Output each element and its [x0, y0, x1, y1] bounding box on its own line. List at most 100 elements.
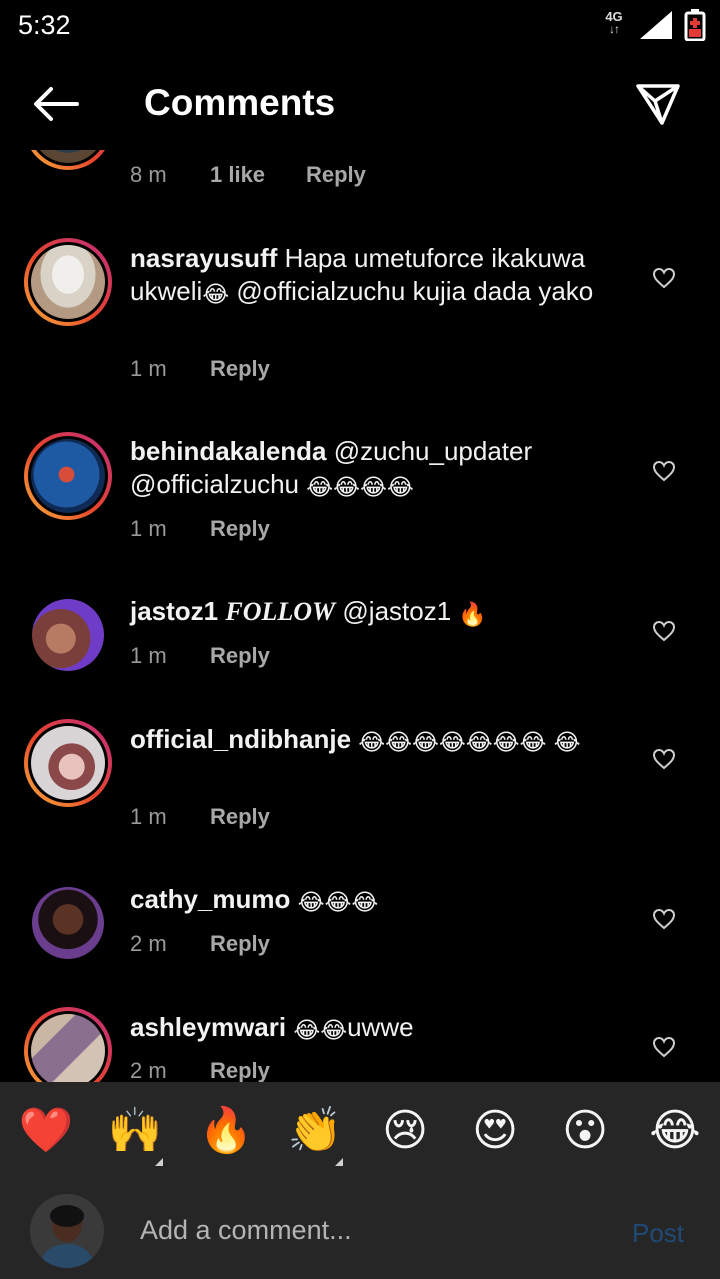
avatar[interactable] [24, 432, 112, 520]
comment-body [546, 724, 553, 754]
heart-outline-icon [652, 908, 676, 930]
comment-username[interactable]: cathy_mumo [130, 884, 290, 914]
comment-text: jastoz1 FOLLOW @jastoz1 🔥 [130, 595, 620, 628]
comment-composer: Post [0, 1176, 720, 1279]
comment-text: behindakalenda @zuchu_updater @officialz… [130, 435, 620, 501]
like-button[interactable] [648, 262, 680, 294]
comment-meta: 1 m Reply [130, 643, 270, 669]
comment-time: 1 m [130, 516, 167, 541]
comment-meta: 1 m Reply [130, 804, 270, 830]
emoji: 😂 [553, 729, 581, 755]
emoji: 😂😂😂 [297, 889, 379, 915]
crying-face-icon: 😢 [382, 1106, 428, 1155]
comment-meta: 2 m Reply [130, 1058, 270, 1082]
tears-of-joy-icon: 😂 [649, 1106, 701, 1155]
like-button[interactable] [648, 743, 680, 775]
like-button[interactable] [648, 903, 680, 935]
status-bar: 5:32 4G ↓↑ [0, 0, 720, 50]
clapping-hands-icon: 👏 [287, 1106, 343, 1155]
comment-text: nasrayusuff Hapa umetuforce ikakuwa ukwe… [130, 242, 620, 308]
avatar[interactable] [24, 591, 112, 679]
avatar[interactable] [24, 1007, 112, 1082]
heart-emoji-icon: ❤️ [18, 1106, 74, 1155]
comment-time: 8 m [130, 162, 167, 187]
avatar[interactable] [24, 150, 112, 170]
comment-body: @officialzuchu kujia dada yako [229, 276, 594, 306]
post-button[interactable]: Post [632, 1218, 684, 1249]
reaction-clap[interactable]: 👏 [285, 1104, 345, 1166]
emoji: 😂 [202, 281, 230, 307]
reply-button[interactable]: Reply [210, 804, 270, 830]
header: Comments [0, 60, 720, 150]
network-arrows: ↓↑ [609, 22, 620, 36]
heart-outline-icon [652, 748, 676, 770]
comment-username[interactable]: ashleymwari [130, 1012, 286, 1042]
comment-text: ashleymwari 😂😂uwwe [130, 1011, 620, 1044]
reaction-crying[interactable]: 😢 [375, 1104, 435, 1160]
reply-button[interactable]: Reply [210, 931, 270, 957]
emoji: 🔥 [458, 601, 488, 627]
reply-button[interactable]: Reply [210, 1058, 270, 1082]
comment-username[interactable]: jastoz1 [130, 596, 218, 626]
comment-text: cathy_mumo 😂😂😂 [130, 883, 620, 916]
emoji: 😂😂😂😂😂😂😂 [358, 729, 547, 755]
avatar[interactable] [24, 879, 112, 967]
reaction-surprised[interactable]: 😮 [555, 1104, 615, 1160]
comment-username[interactable]: nasrayusuff [130, 243, 277, 273]
avatar[interactable] [24, 238, 112, 326]
comment-text: official_ndibhanje 😂😂😂😂😂😂😂 😂 [130, 723, 620, 756]
comment-body: uwwe [347, 1012, 414, 1042]
heart-eyes-icon: 😍 [472, 1106, 518, 1155]
user-photo-icon [30, 1194, 104, 1268]
comment-meta: 1 m Reply [130, 516, 270, 542]
page-title: Comments [144, 82, 336, 123]
emoji-reaction-bar: ❤️ 🙌 🔥 👏 😢 😍 😮 😂 [0, 1082, 720, 1176]
reaction-fire[interactable]: 🔥 [196, 1104, 256, 1160]
reaction-heart-eyes[interactable]: 😍 [465, 1104, 525, 1160]
comment-username[interactable]: official_ndibhanje [130, 724, 351, 754]
reply-button[interactable]: Reply [210, 516, 270, 542]
comment-time: 2 m [130, 1058, 167, 1082]
comment-list[interactable]: 8 m 1 like Reply nasrayusuff Hapa umetuf… [0, 150, 720, 1082]
comment-body [351, 724, 358, 754]
like-button[interactable] [648, 455, 680, 487]
reaction-raised-hands[interactable]: 🙌 [105, 1104, 165, 1166]
comment-meta: 2 m Reply [130, 931, 270, 957]
comment-input[interactable] [140, 1204, 600, 1256]
reply-button[interactable]: Reply [210, 356, 270, 382]
comment-time: 1 m [130, 804, 167, 829]
surprised-face-icon: 😮 [562, 1106, 608, 1155]
comment-time: 1 m [130, 356, 167, 381]
emoji: 😂😂 [293, 1017, 348, 1043]
reaction-laughing[interactable]: 😂 [645, 1104, 705, 1160]
comment-body: @jastoz1 [335, 596, 459, 626]
comment-time: 1 m [130, 643, 167, 668]
fire-icon: 🔥 [198, 1106, 254, 1155]
comment-like-count[interactable]: 1 like [210, 162, 306, 188]
comment-body [290, 884, 297, 914]
network-indicator: 4G ↓↑ [600, 10, 628, 36]
battery-icon [684, 9, 706, 41]
like-button[interactable] [648, 615, 680, 647]
share-button[interactable] [630, 80, 686, 128]
comment-time: 2 m [130, 931, 167, 956]
reply-button[interactable]: Reply [210, 643, 270, 669]
like-button[interactable] [648, 1031, 680, 1063]
status-time: 5:32 [18, 10, 71, 40]
heart-outline-icon [652, 460, 676, 482]
raised-hands-icon: 🙌 [107, 1106, 163, 1155]
comment-body [286, 1012, 293, 1042]
paper-plane-icon [636, 84, 680, 125]
reaction-heart[interactable]: ❤️ [16, 1104, 76, 1160]
skin-tone-indicator [335, 1158, 343, 1166]
comment-username[interactable]: behindakalenda [130, 436, 327, 466]
signal-icon [640, 11, 672, 39]
skin-tone-indicator [155, 1158, 163, 1166]
heart-outline-icon [652, 267, 676, 289]
avatar[interactable] [24, 719, 112, 807]
comment-meta: 8 m 1 like Reply [130, 162, 366, 188]
comment-meta: 1 m Reply [130, 356, 270, 382]
reply-button[interactable]: Reply [306, 162, 366, 188]
emoji: 😂😂😂😂 [306, 474, 414, 500]
back-button[interactable] [28, 80, 84, 128]
